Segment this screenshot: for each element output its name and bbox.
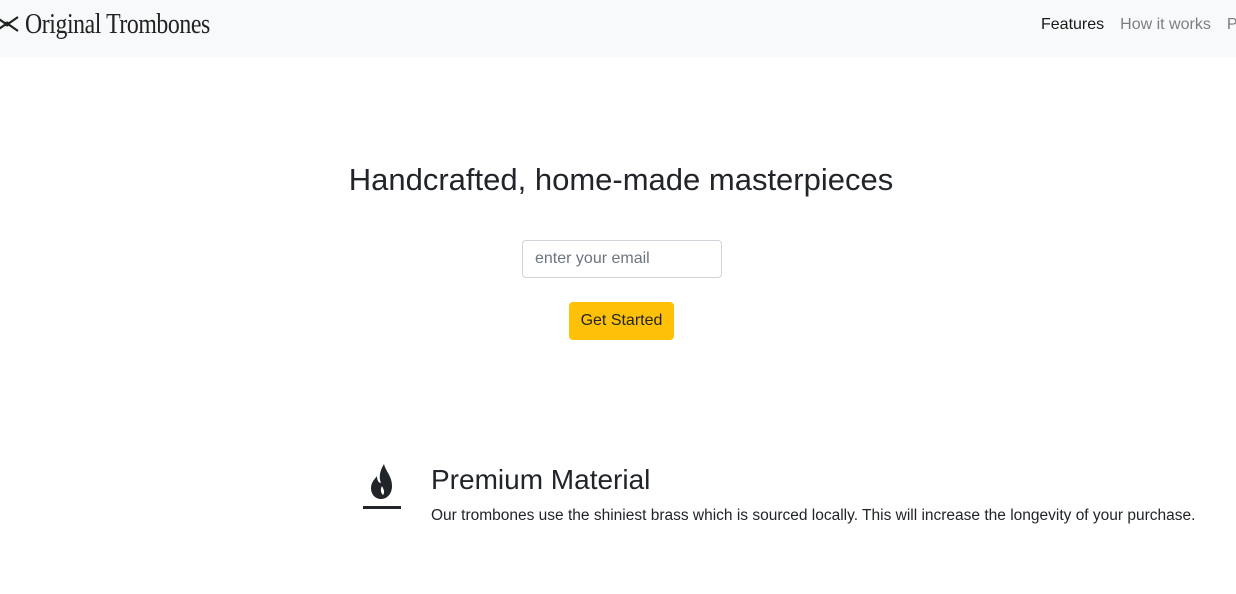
nav-link-how-it-works[interactable]: How it works [1120,16,1211,34]
hero-title: Handcrafted, home-made masterpieces [348,162,894,197]
nav-links: Features How it works Pr [1041,16,1236,34]
brand-name: Original Trombones [25,7,210,40]
nav-link-pricing[interactable]: Pr [1227,16,1236,34]
get-started-button[interactable]: Get Started [569,302,674,340]
feature-description: Our trombones use the shiniest brass whi… [431,507,1196,524]
feature-title: Premium Material [431,464,651,495]
brand-link[interactable]: Original Trombones [0,4,250,44]
flame-icon [363,464,401,509]
nav-link-features[interactable]: Features [1041,16,1104,34]
email-field[interactable] [522,240,722,278]
navbar: Original Trombones Features How it works… [0,0,1236,57]
trombone-logo-icon [0,16,19,32]
